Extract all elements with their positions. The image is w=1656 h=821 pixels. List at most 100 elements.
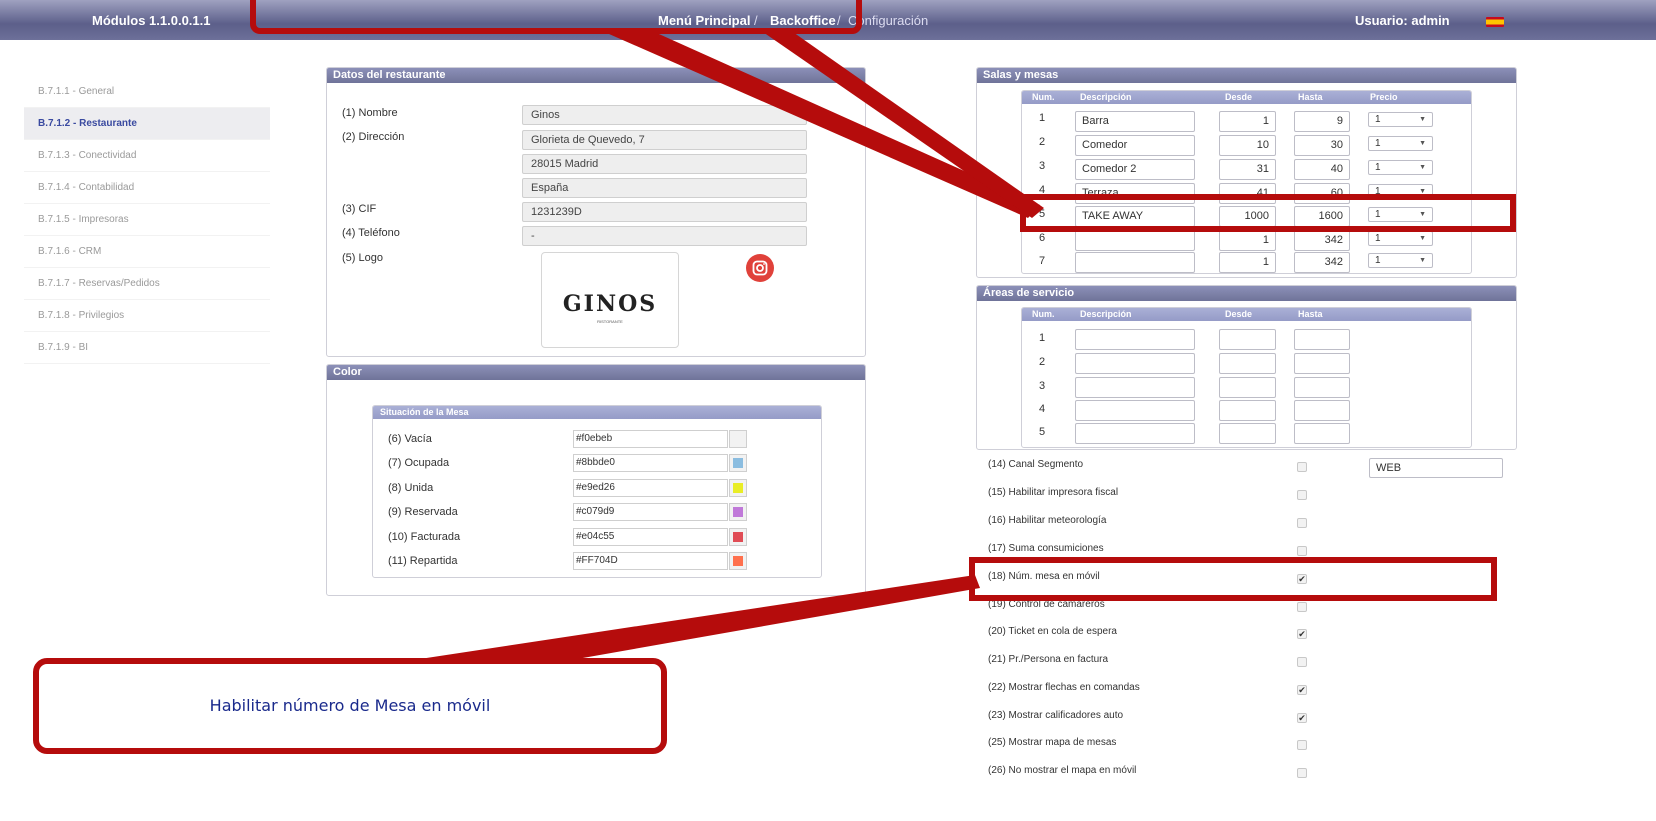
sidebar-item-general[interactable]: B.7.1.1 - General [24,76,270,108]
color-input-unida[interactable]: #e9ed26 [573,479,728,497]
row-num: 5 [1039,426,1046,438]
room-from-input[interactable]: 1 [1219,111,1276,132]
area-desc-input[interactable] [1075,423,1195,444]
room-price-select[interactable]: 1 ▼ [1368,136,1433,151]
option-checkbox-flechas-comandas[interactable]: ✔ [1297,685,1307,695]
col-descripcion: Descripción [1080,92,1132,102]
option-checkbox-pr-persona[interactable] [1297,657,1307,667]
table-header: Num. Descripción Desde Hasta Precio [1022,91,1471,104]
color-input-repartida[interactable]: #FF704D [573,552,728,570]
sidebar-item-impresoras[interactable]: B.7.1.5 - Impresoras [24,204,270,236]
room-from-input[interactable]: 10 [1219,135,1276,156]
color-swatch-facturada[interactable] [729,528,747,546]
color-label-ocupada: (7) Ocupada [388,457,450,469]
area-desc-input[interactable] [1075,353,1195,374]
area-from-input[interactable] [1219,329,1276,350]
option-checkbox-ticket-cola[interactable]: ✔ [1297,629,1307,639]
room-price-select[interactable]: 1 ▼ [1368,231,1433,246]
area-from-input[interactable] [1219,353,1276,374]
sidebar-item-crm[interactable]: B.7.1.6 - CRM [24,236,270,268]
row-num: 7 [1039,255,1046,267]
area-desc-input[interactable] [1075,377,1195,398]
module-version: Módulos 1.1.0.0.1.1 [92,13,211,28]
area-desc-input[interactable] [1075,400,1195,421]
area-to-input[interactable] [1294,377,1350,398]
area-to-input[interactable] [1294,353,1350,374]
option-checkbox-mapa-mesas[interactable] [1297,740,1307,750]
select-value: 1 [1375,255,1381,266]
color-input-ocupada[interactable]: #8bbde0 [573,454,728,472]
row-num: 2 [1039,136,1046,148]
area-from-input[interactable] [1219,423,1276,444]
chevron-down-icon: ▼ [1419,116,1426,123]
color-swatch-vacia[interactable] [729,430,747,448]
room-desc-input[interactable]: Comedor 2 [1075,159,1195,180]
room-to-input[interactable]: 30 [1294,135,1350,156]
room-from-input[interactable]: 1 [1219,252,1276,273]
address-line2-field[interactable]: 28015 Madrid [522,154,807,174]
area-to-input[interactable] [1294,400,1350,421]
option-label-no-mapa-movil: (26) No mostrar el mapa en móvil [988,765,1137,776]
logo-image[interactable]: GINOS RISTORANTE [541,252,679,348]
col-precio: Precio [1370,92,1398,102]
color-swatch-ocupada[interactable] [729,454,747,472]
option-checkbox-meteorologia[interactable] [1297,518,1307,528]
option-checkbox-no-mapa-movil[interactable] [1297,768,1307,778]
row-num: 1 [1039,332,1046,344]
sidebar-item-privilegios[interactable]: B.7.1.8 - Privilegios [24,300,270,332]
color-swatch-unida[interactable] [729,479,747,497]
room-to-input[interactable]: 342 [1294,252,1350,273]
option-checkbox-canal-segmento[interactable] [1297,462,1307,472]
room-to-input[interactable]: 9 [1294,111,1350,132]
room-desc-input[interactable] [1075,230,1195,251]
cif-field[interactable]: 1231239D [522,202,807,222]
room-price-select[interactable]: 1 ▼ [1368,112,1433,127]
address-line3-field[interactable]: España [522,178,807,198]
logo-label: (5) Logo [342,252,383,264]
area-desc-input[interactable] [1075,329,1195,350]
option-checkbox-impresora-fiscal[interactable] [1297,490,1307,500]
rooms-tables-panel: Salas y mesas Num. Descripción Desde Has… [976,67,1517,278]
option-checkbox-calificadores-auto[interactable]: ✔ [1297,713,1307,723]
area-from-input[interactable] [1219,377,1276,398]
color-swatch-reservada[interactable] [729,503,747,521]
room-from-input[interactable]: 31 [1219,159,1276,180]
option-checkbox-control-camareros[interactable] [1297,602,1307,612]
color-input-facturada[interactable]: #e04c55 [573,528,728,546]
color-input-reservada[interactable]: #c079d9 [573,503,728,521]
col-desde: Desde [1225,309,1253,319]
option-label-pr-persona: (21) Pr./Persona en factura [988,654,1109,665]
user-label: Usuario: admin [1355,13,1450,28]
logo-subtext: RISTORANTE [597,319,623,324]
area-from-input[interactable] [1219,400,1276,421]
room-desc-input[interactable]: Barra [1075,111,1195,132]
panel-title: Áreas de servicio [977,286,1516,301]
area-to-input[interactable] [1294,329,1350,350]
color-swatch-repartida[interactable] [729,552,747,570]
room-from-input[interactable]: 1 [1219,230,1276,251]
cif-label: (3) CIF [342,203,377,215]
sidebar-item-bi[interactable]: B.7.1.9 - BI [24,332,270,364]
name-field[interactable]: Ginos [522,105,807,125]
room-price-select[interactable]: 1 ▼ [1368,253,1433,268]
room-desc-input[interactable] [1075,252,1195,273]
room-to-input[interactable]: 40 [1294,159,1350,180]
room-price-select[interactable]: 1 ▼ [1368,160,1433,175]
color-input-vacia[interactable]: #f0ebeb [573,430,728,448]
spain-flag-icon[interactable] [1486,17,1504,27]
address-line1-field[interactable]: Glorieta de Quevedo, 7 [522,130,807,150]
sidebar-item-contabilidad[interactable]: B.7.1.4 - Contabilidad [24,172,270,204]
option-checkbox-suma-consumiciones[interactable] [1297,546,1307,556]
room-to-input[interactable]: 342 [1294,230,1350,251]
sidebar-item-restaurante[interactable]: B.7.1.2 - Restaurante [24,108,270,140]
phone-field[interactable]: - [522,226,807,246]
color-label-reservada: (9) Reservada [388,506,458,518]
instagram-icon[interactable] [746,254,774,282]
sidebar-item-reservas-pedidos[interactable]: B.7.1.7 - Reservas/Pedidos [24,268,270,300]
color-label-repartida: (11) Repartida [388,555,458,567]
sidebar-item-conectividad[interactable]: B.7.1.3 - Conectividad [24,140,270,172]
canal-segmento-input[interactable]: WEB [1369,458,1503,478]
subpanel-title: Situación de la Mesa [373,406,821,419]
area-to-input[interactable] [1294,423,1350,444]
room-desc-input[interactable]: Comedor [1075,135,1195,156]
